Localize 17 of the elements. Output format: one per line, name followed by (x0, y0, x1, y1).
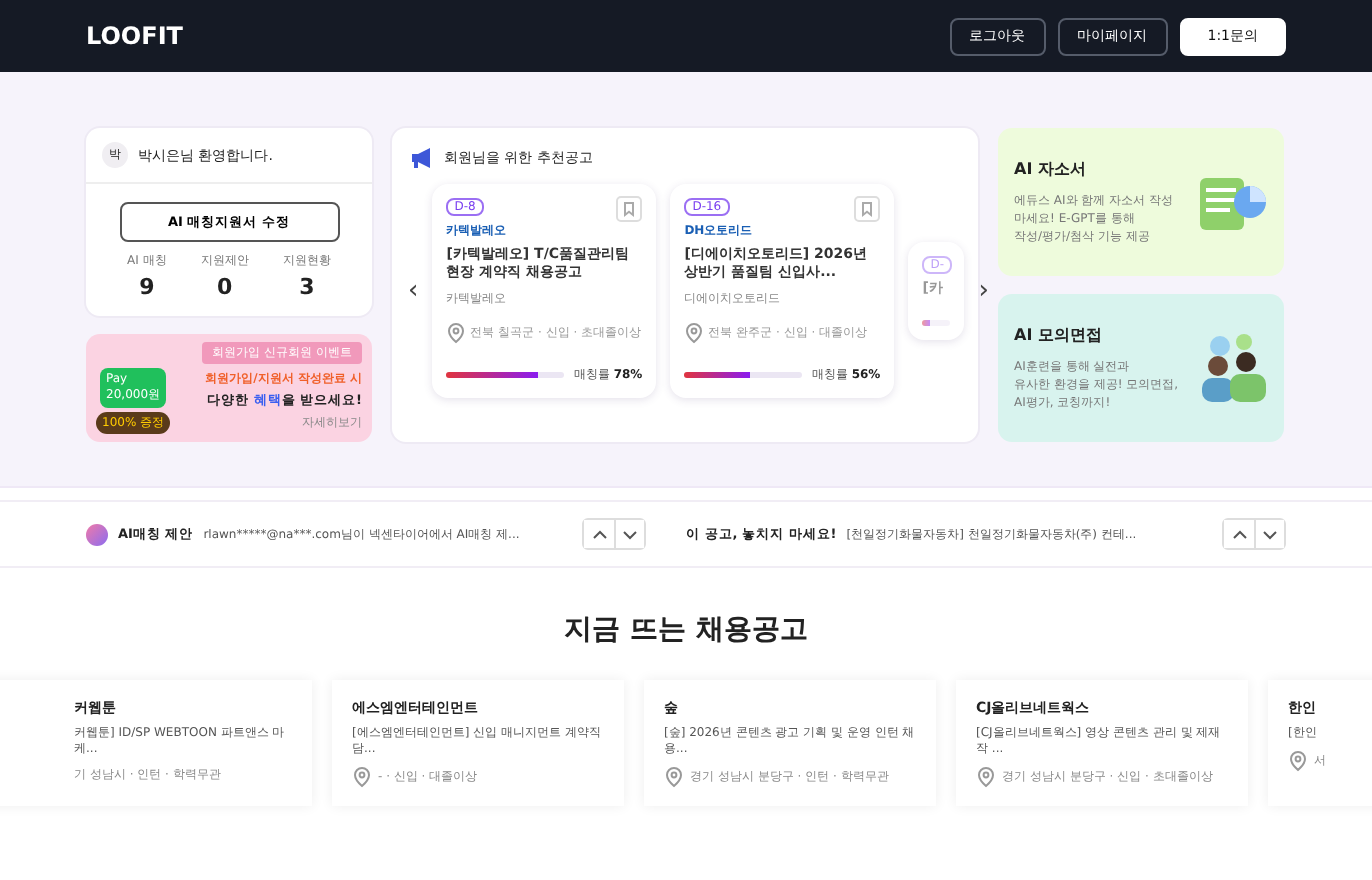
card-title: AI 자소서 (1014, 158, 1088, 180)
prev-button[interactable]: ‹ (408, 275, 419, 306)
chevron-down-icon (622, 527, 638, 541)
chevron-up-icon (591, 527, 607, 541)
interview-people-icon (1196, 332, 1268, 404)
location-icon (684, 321, 705, 344)
card-title: AI 모의면접 (1014, 324, 1104, 346)
megaphone-icon (408, 144, 434, 170)
site-logo[interactable]: LOOFIT (86, 22, 183, 50)
location-icon (446, 321, 467, 344)
next-button[interactable]: › (978, 275, 989, 306)
ai-orb-icon (86, 523, 108, 545)
stat-value[interactable]: 3 (299, 274, 315, 300)
down-button[interactable] (614, 520, 644, 548)
stat-value[interactable]: 0 (217, 274, 233, 300)
stat-value[interactable]: 9 (139, 274, 155, 300)
section-title: 지금 뜨는 채용공고 (562, 612, 810, 648)
